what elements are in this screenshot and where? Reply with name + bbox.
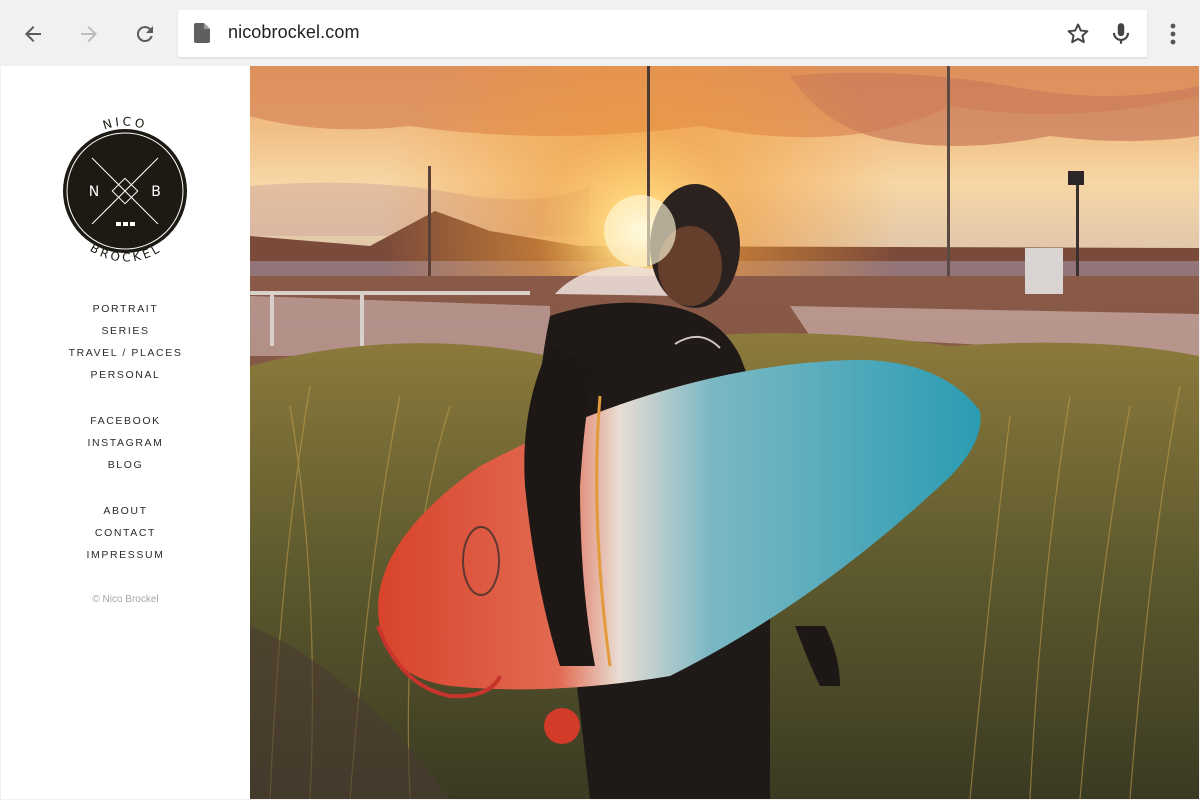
nav-item-instagram[interactable]: INSTAGRAM	[1, 432, 250, 454]
forward-button[interactable]	[69, 14, 109, 54]
nav-item-facebook[interactable]: FACEBOOK	[1, 410, 250, 432]
address-bar[interactable]: nicobrockel.com	[178, 10, 1147, 57]
nav-item-portrait[interactable]: PORTRAIT	[1, 298, 250, 320]
nav-item-blog[interactable]: BLOG	[1, 454, 250, 476]
site-logo[interactable]: NICO N B BROCKEL	[56, 114, 194, 270]
nav-item-about[interactable]: ABOUT	[1, 500, 250, 522]
logo-right-letter: B	[151, 184, 161, 200]
reload-icon	[136, 26, 153, 43]
mic-icon[interactable]	[1108, 21, 1134, 47]
logo-left-letter: N	[89, 184, 99, 200]
more-vert-icon	[1170, 23, 1176, 45]
info-nav: ABOUT CONTACT IMPRESSUM	[1, 500, 250, 566]
arrow-forward-icon	[81, 26, 97, 42]
site-sidebar: NICO N B BROCKEL PORTRAIT SERIES TRAVEL …	[1, 66, 250, 799]
back-button[interactable]	[13, 14, 53, 54]
arrow-back-icon	[25, 26, 41, 42]
nav-item-series[interactable]: SERIES	[1, 320, 250, 342]
url-text: nicobrockel.com	[228, 22, 360, 42]
reload-button[interactable]	[125, 14, 165, 54]
surfer-photo-image	[250, 66, 1199, 799]
primary-nav: PORTRAIT SERIES TRAVEL / PLACES PERSONAL	[1, 298, 250, 386]
nav-item-personal[interactable]: PERSONAL	[1, 364, 250, 386]
nav-item-contact[interactable]: CONTACT	[1, 522, 250, 544]
browser-menu-button[interactable]	[1158, 14, 1188, 54]
hero-photo	[250, 66, 1199, 799]
browser-toolbar: nicobrockel.com	[0, 0, 1200, 66]
copyright-text: © Nico Brockel	[92, 594, 159, 605]
star-icon[interactable]	[1065, 21, 1091, 47]
page-icon	[194, 23, 210, 43]
nav-item-travel-places[interactable]: TRAVEL / PLACES	[1, 342, 250, 364]
nav-item-impressum[interactable]: IMPRESSUM	[1, 544, 250, 566]
social-nav: FACEBOOK INSTAGRAM BLOG	[1, 410, 250, 476]
page-viewport: NICO N B BROCKEL PORTRAIT SERIES TRAVEL …	[1, 66, 1199, 799]
